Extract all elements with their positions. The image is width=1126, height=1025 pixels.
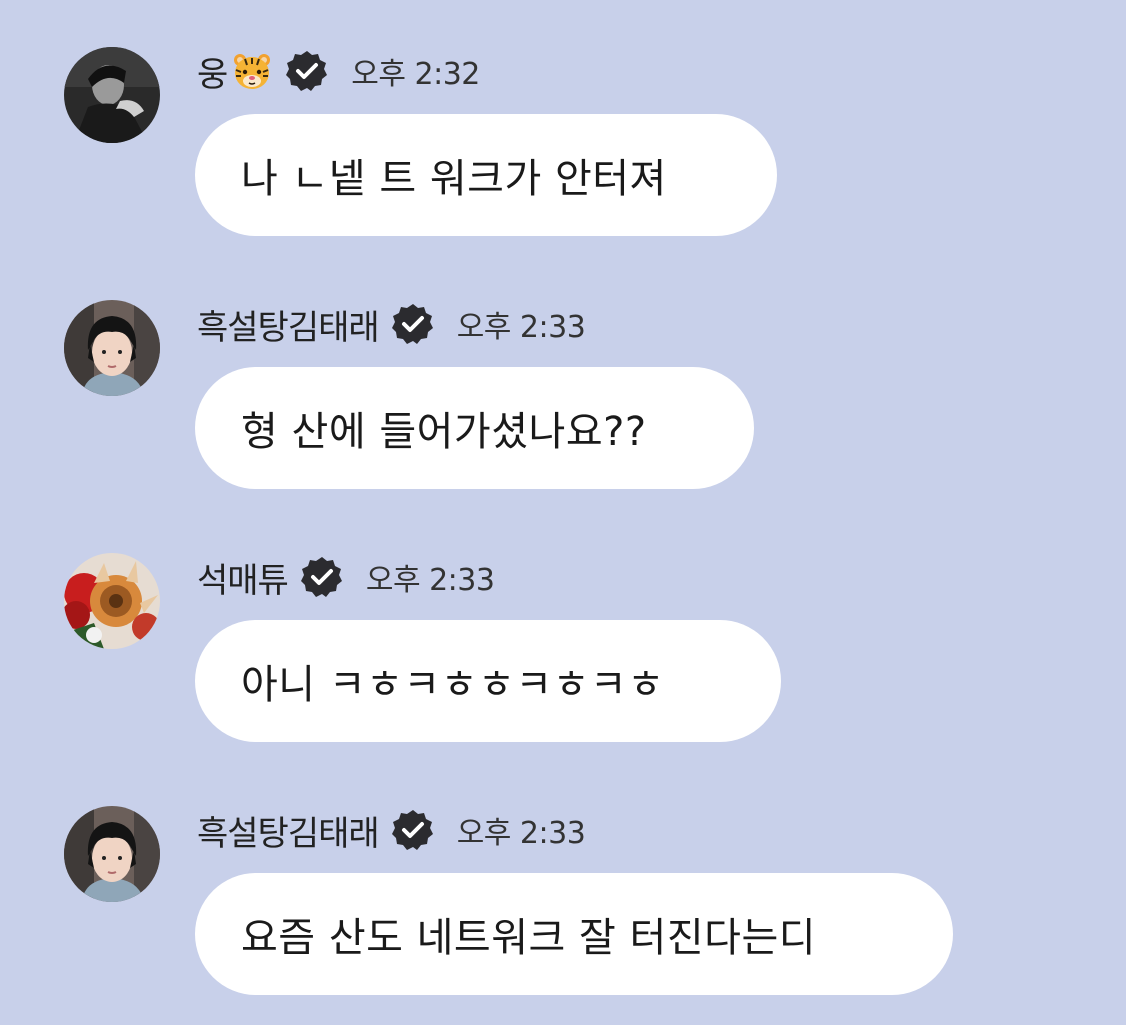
message-text: 아니 ㅋㅎㅋㅎㅎㅋㅎㅋㅎ bbox=[241, 662, 665, 708]
sender-name[interactable]: 흑설탕김태래 bbox=[197, 806, 380, 855]
avatar[interactable] bbox=[64, 300, 160, 396]
sender-name[interactable]: 흑설탕김태래 bbox=[197, 300, 380, 349]
message-header: 석매튜 오후 2:33 bbox=[197, 553, 495, 602]
message-text: 요즘 산도 네트워크 잘 터진다는디 bbox=[241, 915, 817, 961]
sender-name[interactable]: 석매튜 bbox=[197, 553, 289, 602]
sender-name[interactable]: 웅 bbox=[197, 47, 228, 96]
message-bubble[interactable]: 형 산에 들어가셨나요?? bbox=[195, 367, 754, 489]
avatar[interactable] bbox=[64, 47, 160, 143]
chat-message: 흑설탕김태래 오후 2:33 요즘 산도 네트워크 잘 터진다는디 bbox=[0, 806, 1126, 1006]
verified-badge-icon bbox=[391, 808, 435, 852]
chat-message: 석매튜 오후 2:33 아니 ㅋㅎㅋㅎㅎㅋㅎㅋㅎ bbox=[0, 553, 1126, 753]
message-bubble[interactable]: 나 ㄴ넽 트 워크가 안터져 bbox=[195, 114, 777, 236]
message-time: 오후 2:33 bbox=[456, 816, 586, 851]
message-time: 오후 2:32 bbox=[351, 57, 480, 92]
tiger-face-icon bbox=[231, 50, 273, 92]
verified-badge-icon bbox=[285, 49, 329, 93]
verified-badge-icon bbox=[300, 555, 344, 599]
message-time: 오후 2:33 bbox=[456, 310, 586, 345]
message-header: 웅 오후 2:32 bbox=[197, 47, 480, 95]
chat-message: 흑설탕김태래 오후 2:33 형 산에 들어가셨나요?? bbox=[0, 300, 1126, 500]
message-text: 나 ㄴ넽 트 워크가 안터져 bbox=[241, 156, 667, 202]
message-bubble[interactable]: 요즘 산도 네트워크 잘 터진다는디 bbox=[195, 873, 953, 995]
message-time: 오후 2:33 bbox=[365, 563, 495, 598]
chat-message: 웅 오후 2:32 나 ㄴ넽 트 워크가 안터져 bbox=[0, 47, 1126, 247]
verified-badge-icon bbox=[391, 302, 435, 346]
chat-thread: 웅 오후 2:32 나 ㄴ넽 트 워크가 안터져 흑설탕김태래 오후 2:33 … bbox=[0, 0, 1126, 1025]
message-header: 흑설탕김태래 오후 2:33 bbox=[197, 806, 586, 855]
message-header: 흑설탕김태래 오후 2:33 bbox=[197, 300, 586, 349]
avatar[interactable] bbox=[64, 553, 160, 649]
message-text: 형 산에 들어가셨나요?? bbox=[241, 409, 647, 455]
message-bubble[interactable]: 아니 ㅋㅎㅋㅎㅎㅋㅎㅋㅎ bbox=[195, 620, 781, 742]
avatar[interactable] bbox=[64, 806, 160, 902]
